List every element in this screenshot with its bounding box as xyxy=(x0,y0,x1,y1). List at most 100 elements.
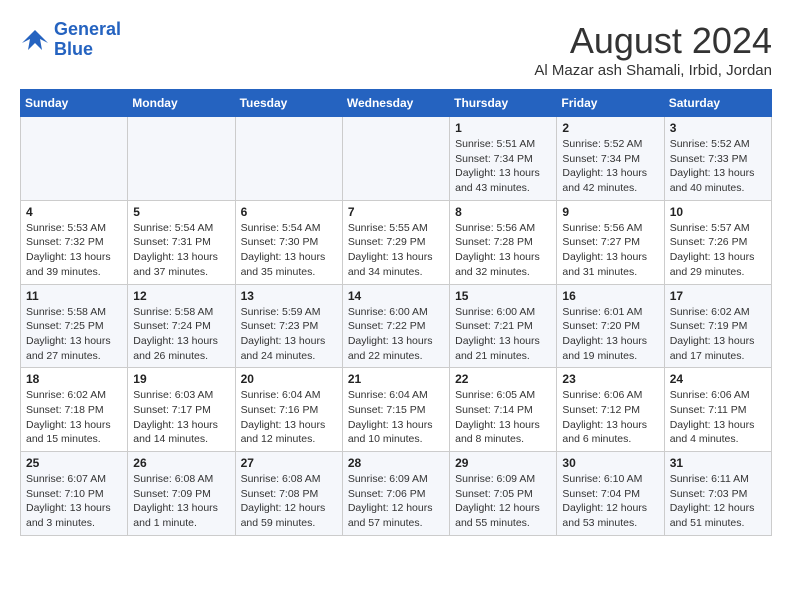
day-cell: 6 Sunrise: 5:54 AM Sunset: 7:30 PM Daylig… xyxy=(235,200,342,284)
day-info: Sunrise: 5:52 AM Sunset: 7:33 PM Dayligh… xyxy=(670,137,766,196)
day-info: Sunrise: 5:56 AM Sunset: 7:28 PM Dayligh… xyxy=(455,221,551,280)
header-cell-thursday: Thursday xyxy=(450,90,557,117)
week-row-2: 11Sunrise: 5:58 AM Sunset: 7:25 PM Dayli… xyxy=(21,284,772,368)
day-info: Sunrise: 6:02 AM Sunset: 7:18 PM Dayligh… xyxy=(26,388,122,447)
day-cell xyxy=(21,117,128,201)
day-info: Sunrise: 6:03 AM Sunset: 7:17 PM Dayligh… xyxy=(133,388,229,447)
day-info: Sunrise: 6:01 AM Sunset: 7:20 PM Dayligh… xyxy=(562,305,658,364)
header-row: SundayMondayTuesdayWednesdayThursdayFrid… xyxy=(21,90,772,117)
day-info: Sunrise: 5:54 AM Sunset: 7:30 PM Dayligh… xyxy=(241,221,337,280)
day-number: 2 xyxy=(562,121,658,135)
day-number: 13 xyxy=(241,289,337,303)
day-number: 7 xyxy=(348,205,444,219)
day-info: Sunrise: 6:11 AM Sunset: 7:03 PM Dayligh… xyxy=(670,472,766,531)
logo: General Blue xyxy=(20,20,121,60)
day-number: 1 xyxy=(455,121,551,135)
day-info: Sunrise: 6:05 AM Sunset: 7:14 PM Dayligh… xyxy=(455,388,551,447)
day-number: 4 xyxy=(26,205,122,219)
day-info: Sunrise: 5:58 AM Sunset: 7:24 PM Dayligh… xyxy=(133,305,229,364)
header-cell-sunday: Sunday xyxy=(21,90,128,117)
day-info: Sunrise: 5:59 AM Sunset: 7:23 PM Dayligh… xyxy=(241,305,337,364)
day-info: Sunrise: 5:57 AM Sunset: 7:26 PM Dayligh… xyxy=(670,221,766,280)
day-info: Sunrise: 6:09 AM Sunset: 7:06 PM Dayligh… xyxy=(348,472,444,531)
day-cell: 21 Sunrise: 6:04 AM Sunset: 7:15 PM Dayli… xyxy=(342,368,449,452)
day-cell: 19 Sunrise: 6:03 AM Sunset: 7:17 PM Dayli… xyxy=(128,368,235,452)
day-cell: 15 Sunrise: 6:00 AM Sunset: 7:21 PM Dayli… xyxy=(450,284,557,368)
title-block: August 2024 Al Mazar ash Shamali, Irbid,… xyxy=(534,20,772,79)
day-info: Sunrise: 6:07 AM Sunset: 7:10 PM Dayligh… xyxy=(26,472,122,531)
header-cell-tuesday: Tuesday xyxy=(235,90,342,117)
day-number: 23 xyxy=(562,372,658,386)
day-number: 19 xyxy=(133,372,229,386)
day-info: Sunrise: 5:56 AM Sunset: 7:27 PM Dayligh… xyxy=(562,221,658,280)
day-cell: 18 Sunrise: 6:02 AM Sunset: 7:18 PM Dayli… xyxy=(21,368,128,452)
week-row-1: 4 Sunrise: 5:53 AM Sunset: 7:32 PM Daylig… xyxy=(21,200,772,284)
day-info: Sunrise: 5:52 AM Sunset: 7:34 PM Dayligh… xyxy=(562,137,658,196)
day-cell: 7 Sunrise: 5:55 AM Sunset: 7:29 PM Daylig… xyxy=(342,200,449,284)
day-number: 29 xyxy=(455,456,551,470)
day-cell: 16 Sunrise: 6:01 AM Sunset: 7:20 PM Dayli… xyxy=(557,284,664,368)
day-number: 21 xyxy=(348,372,444,386)
day-cell: 31 Sunrise: 6:11 AM Sunset: 7:03 PM Dayli… xyxy=(664,452,771,536)
day-info: Sunrise: 5:53 AM Sunset: 7:32 PM Dayligh… xyxy=(26,221,122,280)
day-cell: 13 Sunrise: 5:59 AM Sunset: 7:23 PM Dayli… xyxy=(235,284,342,368)
day-number: 15 xyxy=(455,289,551,303)
day-info: Sunrise: 5:54 AM Sunset: 7:31 PM Dayligh… xyxy=(133,221,229,280)
day-info: Sunrise: 5:51 AM Sunset: 7:34 PM Dayligh… xyxy=(455,137,551,196)
day-number: 9 xyxy=(562,205,658,219)
month-title: August 2024 xyxy=(534,20,772,62)
day-cell: 3 Sunrise: 5:52 AM Sunset: 7:33 PM Daylig… xyxy=(664,117,771,201)
logo-text: General Blue xyxy=(54,20,121,60)
day-cell: 10Sunrise: 5:57 AM Sunset: 7:26 PM Dayli… xyxy=(664,200,771,284)
logo-icon xyxy=(20,25,50,55)
day-info: Sunrise: 6:00 AM Sunset: 7:22 PM Dayligh… xyxy=(348,305,444,364)
day-cell: 26 Sunrise: 6:08 AM Sunset: 7:09 PM Dayli… xyxy=(128,452,235,536)
day-info: Sunrise: 6:09 AM Sunset: 7:05 PM Dayligh… xyxy=(455,472,551,531)
day-cell: 24Sunrise: 6:06 AM Sunset: 7:11 PM Dayli… xyxy=(664,368,771,452)
day-cell: 1 Sunrise: 5:51 AM Sunset: 7:34 PM Daylig… xyxy=(450,117,557,201)
day-number: 16 xyxy=(562,289,658,303)
day-number: 18 xyxy=(26,372,122,386)
day-cell: 29 Sunrise: 6:09 AM Sunset: 7:05 PM Dayli… xyxy=(450,452,557,536)
calendar-body: 1 Sunrise: 5:51 AM Sunset: 7:34 PM Daylig… xyxy=(21,117,772,536)
day-number: 20 xyxy=(241,372,337,386)
day-info: Sunrise: 6:02 AM Sunset: 7:19 PM Dayligh… xyxy=(670,305,766,364)
day-cell: 11Sunrise: 5:58 AM Sunset: 7:25 PM Dayli… xyxy=(21,284,128,368)
header-cell-wednesday: Wednesday xyxy=(342,90,449,117)
calendar-header: SundayMondayTuesdayWednesdayThursdayFrid… xyxy=(21,90,772,117)
day-info: Sunrise: 5:55 AM Sunset: 7:29 PM Dayligh… xyxy=(348,221,444,280)
header-cell-saturday: Saturday xyxy=(664,90,771,117)
week-row-0: 1 Sunrise: 5:51 AM Sunset: 7:34 PM Daylig… xyxy=(21,117,772,201)
day-number: 3 xyxy=(670,121,766,135)
day-number: 8 xyxy=(455,205,551,219)
day-number: 17 xyxy=(670,289,766,303)
day-cell: 28 Sunrise: 6:09 AM Sunset: 7:06 PM Dayli… xyxy=(342,452,449,536)
day-number: 31 xyxy=(670,456,766,470)
day-info: Sunrise: 6:06 AM Sunset: 7:11 PM Dayligh… xyxy=(670,388,766,447)
location: Al Mazar ash Shamali, Irbid, Jordan xyxy=(534,62,772,79)
day-number: 30 xyxy=(562,456,658,470)
day-cell: 4 Sunrise: 5:53 AM Sunset: 7:32 PM Daylig… xyxy=(21,200,128,284)
day-cell: 8 Sunrise: 5:56 AM Sunset: 7:28 PM Daylig… xyxy=(450,200,557,284)
day-cell: 22Sunrise: 6:05 AM Sunset: 7:14 PM Dayli… xyxy=(450,368,557,452)
day-cell: 9 Sunrise: 5:56 AM Sunset: 7:27 PM Daylig… xyxy=(557,200,664,284)
day-cell xyxy=(128,117,235,201)
day-info: Sunrise: 6:00 AM Sunset: 7:21 PM Dayligh… xyxy=(455,305,551,364)
header-cell-monday: Monday xyxy=(128,90,235,117)
day-cell: 23Sunrise: 6:06 AM Sunset: 7:12 PM Dayli… xyxy=(557,368,664,452)
day-info: Sunrise: 6:10 AM Sunset: 7:04 PM Dayligh… xyxy=(562,472,658,531)
day-number: 28 xyxy=(348,456,444,470)
day-cell: 2 Sunrise: 5:52 AM Sunset: 7:34 PM Daylig… xyxy=(557,117,664,201)
header-cell-friday: Friday xyxy=(557,90,664,117)
day-cell: 30 Sunrise: 6:10 AM Sunset: 7:04 PM Dayli… xyxy=(557,452,664,536)
day-number: 12 xyxy=(133,289,229,303)
day-cell: 25 Sunrise: 6:07 AM Sunset: 7:10 PM Dayli… xyxy=(21,452,128,536)
day-number: 5 xyxy=(133,205,229,219)
day-number: 26 xyxy=(133,456,229,470)
day-number: 6 xyxy=(241,205,337,219)
day-info: Sunrise: 6:08 AM Sunset: 7:09 PM Dayligh… xyxy=(133,472,229,531)
day-info: Sunrise: 6:04 AM Sunset: 7:16 PM Dayligh… xyxy=(241,388,337,447)
day-number: 25 xyxy=(26,456,122,470)
week-row-3: 18 Sunrise: 6:02 AM Sunset: 7:18 PM Dayli… xyxy=(21,368,772,452)
day-info: Sunrise: 6:04 AM Sunset: 7:15 PM Dayligh… xyxy=(348,388,444,447)
